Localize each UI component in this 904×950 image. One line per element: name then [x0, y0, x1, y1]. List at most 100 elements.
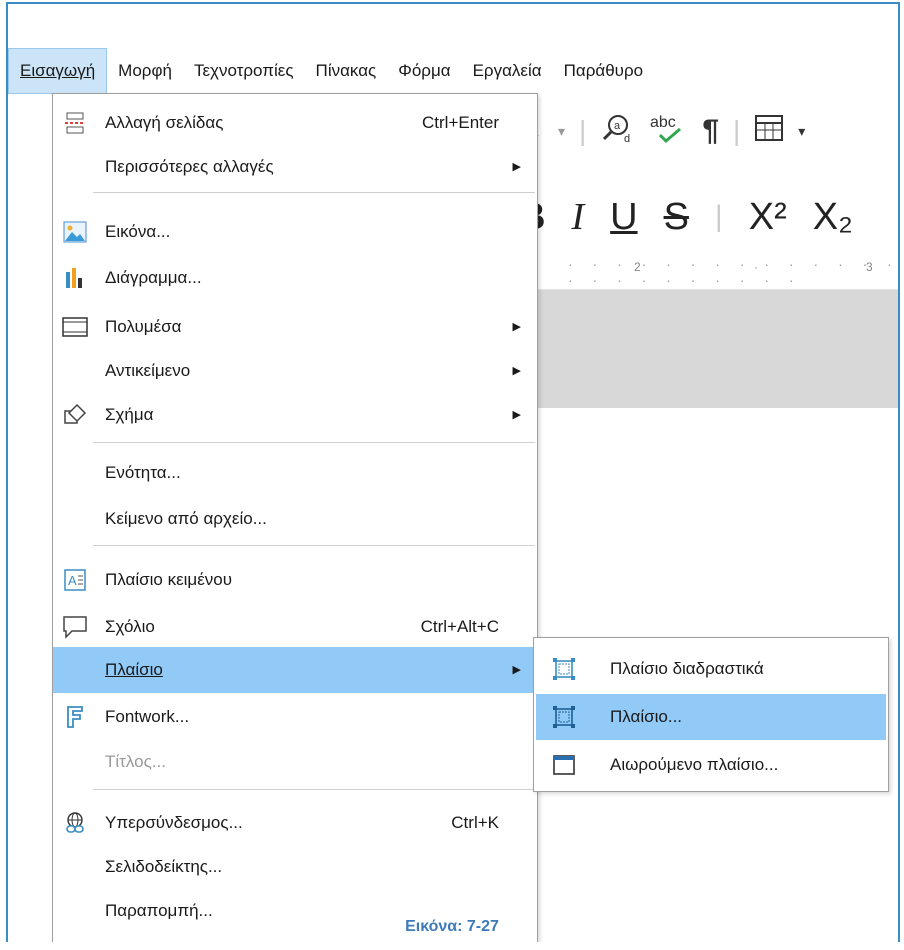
menu-item-label: Εικόνα... [105, 222, 171, 241]
strikethrough-button[interactable]: S [664, 196, 689, 239]
submenu-item-label: Πλαίσιο... [610, 707, 683, 726]
shortcut-label: Ctrl+K [451, 813, 499, 832]
menu-item-label: Τίτλος... [105, 752, 166, 771]
ruler-mark: 3 [866, 260, 873, 274]
menu-item-text-box[interactable]: A Πλαίσιο κειμένου [53, 557, 537, 603]
redo-dropdown-icon[interactable]: ▾ [558, 123, 565, 140]
separator: | [714, 200, 723, 233]
comment-icon [61, 614, 89, 640]
figure-caption: Εικόνα: 7-27 [405, 918, 499, 935]
insert-menu-dropdown: Αλλαγή σελίδας Ctrl+Enter Περισσότερες α… [52, 93, 538, 942]
separator: | [579, 115, 587, 146]
menu-item-more-breaks[interactable]: Περισσότερες αλλαγές ▶ [53, 144, 537, 190]
standard-toolbar: → ▾ | ad abc ¶ | ▾ [518, 100, 805, 162]
menubar: Εισαγωγή Μορφή Τεχνοτροπίες Πίνακας Φόρμ… [8, 48, 898, 94]
italic-button[interactable]: I [571, 195, 584, 239]
menu-item-label: Υπερσύνδεσμος... [105, 813, 243, 832]
submenu-item-floating-frame[interactable]: Αιωρούμενο πλαίσιο... [536, 742, 886, 788]
image-icon [61, 219, 89, 245]
svg-text:abc: abc [650, 114, 676, 131]
menu-item-label: Πλαίσιο κειμένου [105, 570, 233, 589]
shortcut-label: Ctrl+Enter [422, 113, 499, 132]
shape-icon [61, 402, 89, 428]
ruler-mark: · [754, 260, 758, 274]
chart-icon [61, 265, 89, 291]
svg-text:d: d [624, 133, 630, 145]
find-replace-icon[interactable]: ad [600, 111, 634, 152]
submenu-arrow-icon: ▶ [512, 365, 521, 377]
menu-item-label: Σελιδοδείκτης... [105, 857, 223, 876]
menu-item-fontwork[interactable]: Fontwork... [53, 694, 537, 740]
media-icon [61, 314, 89, 340]
menu-item-page-break[interactable]: Αλλαγή σελίδας Ctrl+Enter [53, 100, 537, 146]
separator: | [733, 115, 741, 146]
submenu-item-label: Πλαίσιο διαδραστικά [610, 659, 764, 678]
menu-item-label: Ενότητα... [105, 463, 181, 482]
frame-interactive-icon [550, 656, 578, 682]
formatting-marks-icon[interactable]: ¶ [702, 114, 719, 148]
menu-format[interactable]: Μορφή [107, 48, 183, 94]
submenu-arrow-icon: ▶ [512, 409, 521, 421]
menu-item-label: Σχήμα [105, 405, 154, 424]
menu-insert-label: Εισαγωγή [20, 61, 96, 80]
menu-tools[interactable]: Εργαλεία [462, 48, 553, 94]
submenu-item-frame-interactive[interactable]: Πλαίσιο διαδραστικά [536, 646, 886, 692]
menu-separator [93, 545, 535, 546]
menu-item-text-from-file[interactable]: Κείμενο από αρχείο... [53, 496, 537, 542]
frame-icon [550, 704, 578, 730]
menu-item-section[interactable]: Ενότητα... [53, 450, 537, 496]
document-background [528, 290, 898, 408]
submenu-arrow-icon: ▶ [512, 321, 521, 333]
floating-frame-icon [550, 752, 578, 778]
ruler: · · · · · · · · · · · · · · · · · · · · … [528, 254, 900, 290]
menu-item-shape[interactable]: Σχήμα ▶ [53, 392, 537, 438]
formatting-toolbar: B I U S | X² X₂ [518, 182, 853, 252]
menu-item-image[interactable]: Εικόνα... [53, 209, 537, 255]
menu-separator [93, 442, 535, 443]
menu-item-label: Περισσότερες αλλαγές [105, 157, 274, 176]
menu-insert[interactable]: Εισαγωγή [8, 48, 108, 94]
menu-item-label: Fontwork... [105, 707, 190, 726]
spelling-icon[interactable]: abc [648, 111, 688, 152]
menu-item-bookmark[interactable]: Σελιδοδείκτης... [53, 844, 537, 890]
shortcut-label: Ctrl+Alt+C [420, 617, 499, 636]
menu-item-label: Διάγραμμα... [105, 268, 202, 287]
menu-item-frame[interactable]: Πλαίσιο ▶ [53, 647, 537, 693]
subscript-button[interactable]: X₂ [813, 196, 853, 239]
menu-item-caption[interactable]: Τίτλος... [53, 739, 537, 785]
insert-table-icon[interactable] [754, 113, 784, 150]
menu-item-label: Πολυμέσα [105, 317, 182, 336]
menu-separator [93, 192, 535, 193]
submenu-arrow-icon: ▶ [512, 161, 521, 173]
menu-item-label: Πλαίσιο [105, 660, 163, 679]
menu-item-label: Αντικείμενο [105, 361, 191, 380]
ruler-mark: 2 [634, 260, 641, 274]
menu-item-label: Κείμενο από αρχείο... [105, 509, 267, 528]
menu-separator [93, 789, 535, 790]
menu-styles[interactable]: Τεχνοτροπίες [183, 48, 305, 94]
superscript-button[interactable]: X² [749, 196, 787, 239]
page-break-icon [61, 110, 89, 136]
frame-submenu: Πλαίσιο διαδραστικά Πλαίσιο... Αιωρούμεν… [533, 637, 889, 792]
text-box-icon: A [61, 567, 89, 593]
menu-item-media[interactable]: Πολυμέσα ▶ [53, 304, 537, 350]
menu-item-comment[interactable]: Σχόλιο Ctrl+Alt+C [53, 604, 537, 650]
ruler-ticks: · · · · · · · · · · · · · · · · · · · · … [568, 256, 900, 288]
table-dropdown-icon[interactable]: ▾ [798, 123, 805, 140]
menu-item-label: Σχόλιο [105, 617, 155, 636]
menu-item-object[interactable]: Αντικείμενο ▶ [53, 348, 537, 394]
menu-table[interactable]: Πίνακας [305, 48, 388, 94]
hyperlink-icon [61, 810, 89, 836]
fontwork-icon [61, 704, 89, 730]
submenu-item-frame[interactable]: Πλαίσιο... [536, 694, 886, 740]
submenu-item-label: Αιωρούμενο πλαίσιο... [610, 755, 779, 774]
svg-text:A: A [68, 573, 77, 588]
svg-text:a: a [614, 120, 621, 132]
window-frame: Εισαγωγή Μορφή Τεχνοτροπίες Πίνακας Φόρμ… [6, 2, 900, 942]
underline-button[interactable]: U [610, 196, 637, 239]
menu-item-hyperlink[interactable]: Υπερσύνδεσμος... Ctrl+K [53, 800, 537, 846]
submenu-arrow-icon: ▶ [512, 664, 521, 676]
menu-item-chart[interactable]: Διάγραμμα... [53, 255, 537, 301]
menu-form[interactable]: Φόρμα [387, 48, 461, 94]
menu-window[interactable]: Παράθυρο [553, 48, 654, 94]
